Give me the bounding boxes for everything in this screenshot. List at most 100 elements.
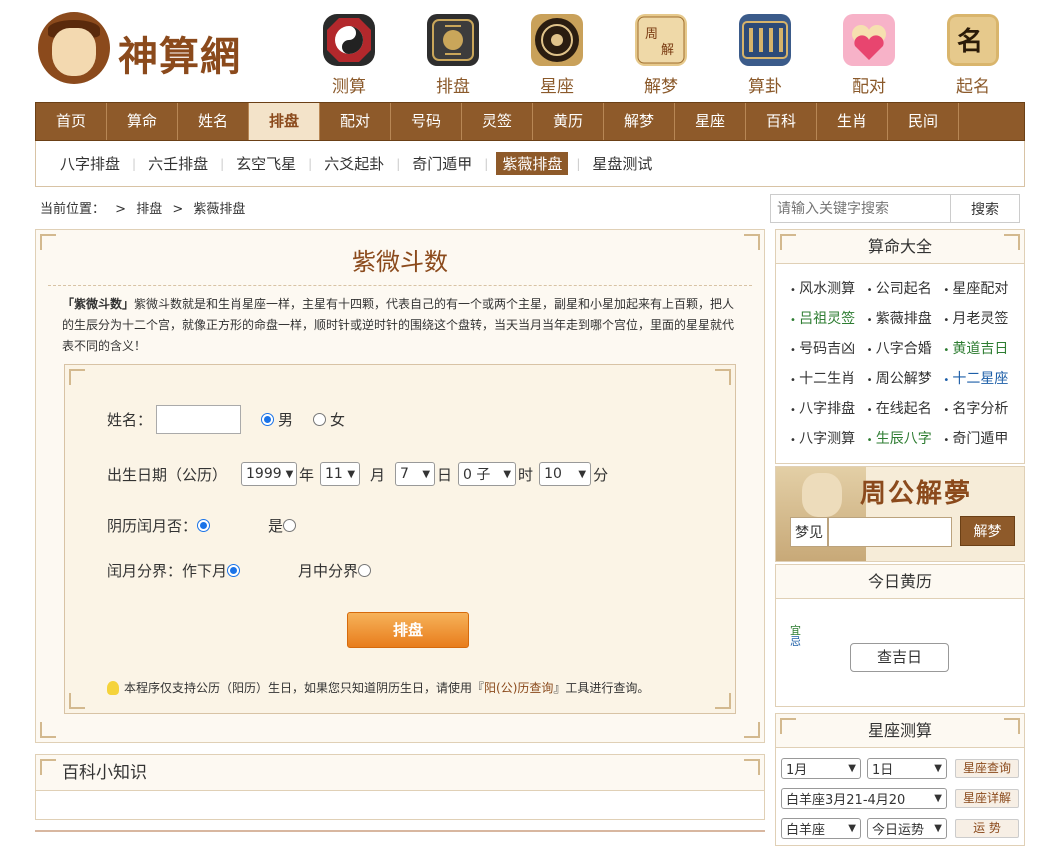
topnav-item-qiming[interactable]: 名 起名: [943, 14, 1003, 97]
month-select[interactable]: 11 ▼: [320, 462, 361, 486]
chevron-down-icon: ▼: [285, 468, 294, 480]
list-item[interactable]: 十二星座: [943, 364, 1020, 394]
birth-label: 出生日期（公历）: [107, 465, 228, 484]
list-item[interactable]: 在线起名: [867, 394, 944, 424]
astro-row-3: 白羊座 ▼ 今日运势 ▼ 运 势: [781, 818, 1019, 839]
subnav-xingpan[interactable]: 星盘测试: [582, 153, 662, 174]
list-item[interactable]: 十二生肖: [790, 364, 867, 394]
list-item[interactable]: 公司起名: [867, 274, 944, 304]
nav-suanming[interactable]: 算命: [107, 103, 178, 140]
topnav-item-paipan[interactable]: 排盘: [423, 14, 483, 97]
list-item[interactable]: 月老灵签: [943, 304, 1020, 334]
day-select[interactable]: 7 ▼: [395, 462, 436, 486]
nav-xingzuo[interactable]: 星座: [675, 103, 746, 140]
list-item[interactable]: 号码吉凶: [790, 334, 867, 364]
nav-shouye[interactable]: 首页: [36, 103, 107, 140]
search-input[interactable]: [770, 194, 951, 223]
subnav-ziwei[interactable]: 紫薇排盘: [496, 152, 569, 175]
dream-input[interactable]: [828, 517, 952, 547]
astro-row-1: 1月 ▼ 1日 ▼ 星座查询: [781, 758, 1019, 779]
logo-emblem: [38, 12, 110, 84]
astro-title: 星座测算: [776, 714, 1024, 748]
list-item[interactable]: 吕祖灵签: [790, 304, 867, 334]
female-radio[interactable]: [313, 413, 327, 426]
list-item[interactable]: 黄道吉日: [943, 334, 1020, 364]
nav-lingqian[interactable]: 灵签: [462, 103, 533, 140]
tip-note: 本程序仅支持公历（阳历）生日，如果您只知道阴历生日，请使用『 阳(公)历查询 』…: [107, 679, 649, 696]
breadcrumb-ziwei[interactable]: 紫薇排盘: [193, 202, 245, 217]
dream-title: 周公解夢: [860, 479, 973, 509]
suanming-list: 风水测算 公司起名 星座配对 吕祖灵签 紫薇排盘 月老灵签 号码吉凶 八字合婚 …: [776, 264, 1024, 458]
nav-xingming[interactable]: 姓名: [178, 103, 249, 140]
topnav-item-suangua[interactable]: 算卦: [735, 14, 795, 97]
split-label: 闰月分界：: [107, 562, 183, 580]
subnav-qimen[interactable]: 奇门遁甲: [402, 153, 482, 174]
birth-row: 出生日期（公历） 1999 ▼ 年 11 ▼ 月 7 ▼ 日 0 子 ▼ 时 10 ▼ 分: [107, 462, 608, 486]
split-opt2-radio[interactable]: [358, 564, 372, 577]
female-label: 女: [330, 411, 346, 429]
list-item[interactable]: 名字分析: [943, 394, 1020, 424]
sign-select[interactable]: 白羊座 ▼: [781, 818, 861, 839]
name-row: 姓名： 男 女: [107, 405, 345, 434]
list-item[interactable]: 周公解梦: [867, 364, 944, 394]
list-item[interactable]: 星座配对: [943, 274, 1020, 304]
leap-no-radio[interactable]: [197, 519, 211, 532]
site-logo[interactable]: 神算網: [38, 12, 253, 86]
year-select[interactable]: 1999 ▼: [241, 462, 297, 486]
split-opt1-radio[interactable]: [227, 564, 241, 577]
list-item[interactable]: 紫薇排盘: [867, 304, 944, 334]
bagua-icon: [427, 14, 479, 66]
baike-title: 百科小知识: [36, 755, 764, 791]
nav-shengxiao[interactable]: 生肖: [817, 103, 888, 140]
list-item[interactable]: 八字排盘: [790, 394, 867, 424]
minute-select[interactable]: 10 ▼: [539, 462, 592, 486]
list-item[interactable]: 风水测算: [790, 274, 867, 304]
topnav-item-peidui[interactable]: 配对: [839, 14, 899, 97]
day-select[interactable]: 1日 ▼: [867, 758, 947, 779]
paipan-submit-button[interactable]: 排盘: [347, 612, 469, 648]
topnav-item-xingzuo[interactable]: 星座: [527, 14, 587, 97]
leap-label: 阴历闰月否：: [107, 517, 198, 535]
list-item[interactable]: 奇门遁甲: [943, 424, 1020, 454]
nav-baike[interactable]: 百科: [746, 103, 817, 140]
search-button[interactable]: 搜索: [950, 194, 1020, 223]
astro-query-button[interactable]: 星座查询: [955, 759, 1019, 778]
chevron-down-icon: ▼: [503, 468, 512, 480]
male-radio[interactable]: [261, 413, 275, 426]
sign-range-select[interactable]: 白羊座3月21-4月20 ▼: [781, 788, 947, 809]
list-item[interactable]: 八字合婚: [867, 334, 944, 364]
breadcrumb-paipan[interactable]: 排盘: [136, 202, 162, 217]
astro-detail-button[interactable]: 星座详解: [955, 789, 1019, 808]
calendar-convert-link[interactable]: 阳(公)历查询: [484, 679, 553, 696]
nav-paipan[interactable]: 排盘: [249, 103, 320, 140]
list-item[interactable]: 生辰八字: [867, 424, 944, 454]
subnav-liuyao[interactable]: 六爻起卦: [314, 153, 394, 174]
huangli-box: 今日黄历 宜忌 查吉日: [775, 564, 1025, 707]
leap-yes-radio[interactable]: [283, 519, 297, 532]
name-label: 姓名：: [107, 411, 153, 429]
nav-haoma[interactable]: 号码: [391, 103, 462, 140]
chevron-down-icon: ▼: [934, 763, 942, 774]
abacus-icon: [739, 14, 791, 66]
panel-description: 「紫微斗数」紫微斗数就是和生肖星座一样，主星有十四颗，代表自己的有一个或两个主星…: [62, 297, 735, 353]
month-select[interactable]: 1月 ▼: [781, 758, 861, 779]
nav-huangli[interactable]: 黄历: [533, 103, 604, 140]
topnav-item-jiemeng[interactable]: 周解 解梦: [631, 14, 691, 97]
name-field[interactable]: [156, 405, 242, 434]
huangli-mark: 宜忌: [790, 624, 801, 648]
ziwei-panel: 紫微斗数 「紫微斗数」紫微斗数就是和生肖星座一样，主星有十四颗，代表自己的有一个…: [35, 229, 765, 743]
taiji-icon: [323, 14, 375, 66]
dream-button[interactable]: 解梦: [960, 516, 1015, 546]
hour-select[interactable]: 0 子 ▼: [458, 462, 517, 486]
fortune-button[interactable]: 运 势: [955, 819, 1019, 838]
find-lucky-day-button[interactable]: 查吉日: [850, 643, 949, 672]
fortune-select[interactable]: 今日运势 ▼: [867, 818, 947, 839]
subnav-bazi[interactable]: 八字排盘: [50, 153, 130, 174]
subnav-liuren[interactable]: 六壬排盘: [138, 153, 218, 174]
nav-peidui[interactable]: 配对: [320, 103, 391, 140]
subnav-xuankong[interactable]: 玄空飞星: [226, 153, 306, 174]
topnav-item-cesuan[interactable]: 测算: [319, 14, 379, 97]
nav-jiemeng[interactable]: 解梦: [604, 103, 675, 140]
nav-minjian[interactable]: 民间: [888, 103, 959, 140]
list-item[interactable]: 八字测算: [790, 424, 867, 454]
